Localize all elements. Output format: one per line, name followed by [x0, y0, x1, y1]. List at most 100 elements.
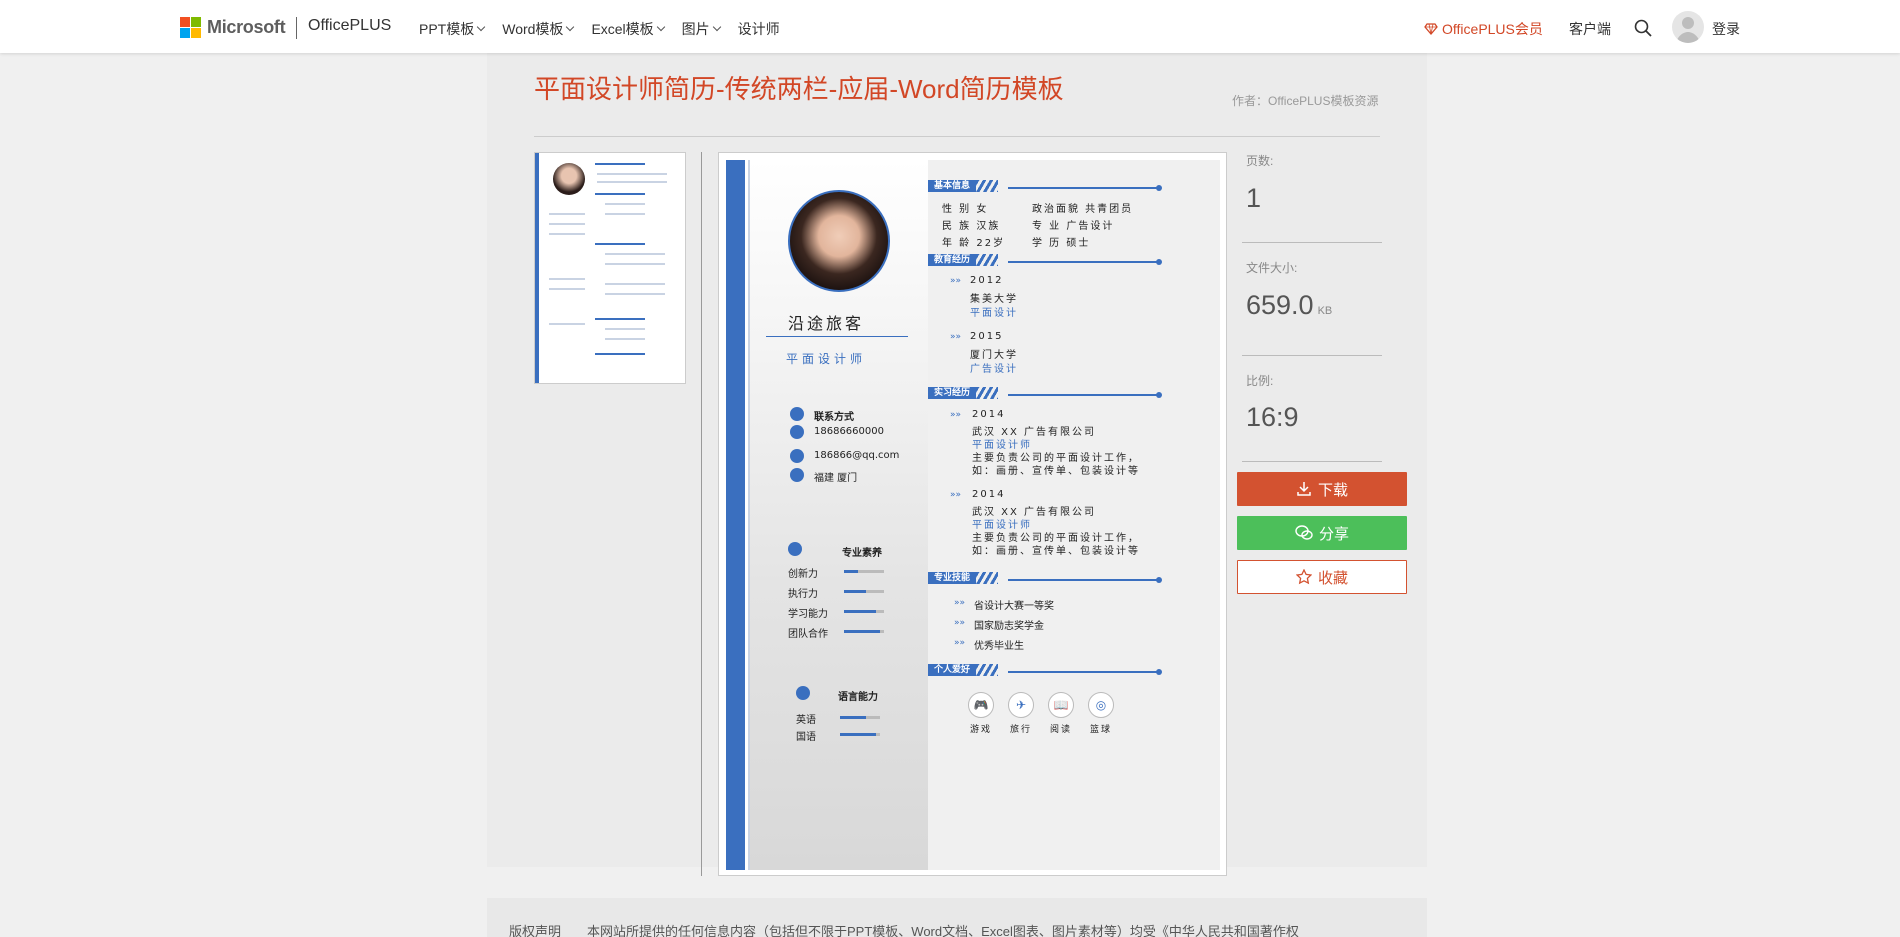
nav-excel-templates[interactable]: Excel模板 — [591, 19, 665, 39]
download-label: 下载 — [1317, 481, 1348, 499]
bullet-arrow-icon: »» — [954, 598, 966, 608]
site-name-link[interactable]: OfficePLUS — [308, 17, 391, 35]
chevron-down-icon — [656, 22, 665, 32]
basic-info-item: 政治面貌 共青团员 — [1032, 204, 1134, 215]
resume-photo — [788, 190, 890, 292]
language-bar-fill — [840, 733, 876, 736]
edu-school: 厦门大学 — [970, 350, 1018, 361]
section-header-basic: 基本信息 — [928, 180, 999, 192]
main-nav: PPT模板 Word模板 Excel模板 图片 设计师 — [419, 19, 798, 39]
page-title: 平面设计师简历-传统两栏-应届-Word简历模板 — [534, 74, 1064, 104]
section-slash — [976, 572, 999, 584]
microsoft-brand-text: Microsoft — [207, 17, 286, 37]
section-slash — [976, 664, 999, 676]
skill-label: 学习能力 — [788, 609, 828, 620]
nav-label: PPT模板 — [419, 21, 475, 37]
bullet-arrow-icon: »» — [950, 410, 962, 420]
thumbnail-line — [605, 213, 645, 215]
language-bar — [840, 733, 880, 736]
thumbnail-line — [549, 288, 585, 290]
pages-label: 页数: — [1246, 154, 1274, 168]
section-slash — [976, 254, 999, 266]
download-button[interactable]: 下载 — [1237, 472, 1407, 506]
award-item: 优秀毕业生 — [974, 641, 1024, 652]
top-navbar: Microsoft OfficePLUS PPT模板 Word模板 Excel模… — [0, 0, 1900, 53]
section-header-hobbies: 个人爱好 — [928, 664, 999, 676]
thumbnail-line — [605, 203, 645, 205]
section-slash — [976, 180, 999, 192]
section-header-education: 教育经历 — [928, 254, 999, 266]
login-link[interactable]: 登录 — [1712, 19, 1740, 39]
search-icon[interactable] — [1634, 19, 1652, 37]
author-credit[interactable]: 作者：OfficePLUS模板资源 — [1232, 92, 1378, 109]
bullet-arrow-icon: »» — [950, 490, 962, 500]
section-rule-end — [1156, 669, 1162, 675]
hobby-label: 篮球 — [1090, 725, 1113, 735]
thumbnail-line — [605, 338, 645, 340]
languages-heading: 语言能力 — [838, 692, 878, 703]
thumbnail-line — [605, 263, 665, 265]
microsoft-logo-icon — [180, 17, 201, 38]
nav-ppt-templates[interactable]: PPT模板 — [419, 19, 486, 39]
contact-heading: 联系方式 — [814, 412, 854, 423]
phone-icon — [790, 407, 804, 421]
diamond-icon — [1424, 23, 1438, 35]
copyright-text: 本网站所提供的任何信息内容（包括但不限于PPT模板、Word文档、Excel图表… — [587, 924, 1299, 937]
thumbnail-line — [605, 328, 645, 330]
section-rule-end — [1156, 185, 1162, 191]
share-button[interactable]: 分享 — [1237, 516, 1407, 550]
share-label: 分享 — [1318, 525, 1349, 543]
brand-divider — [296, 17, 297, 39]
favorite-button[interactable]: 收藏 — [1237, 560, 1407, 594]
contact-location: 福建 厦门 — [814, 473, 858, 484]
nav-designers[interactable]: 设计师 — [738, 19, 780, 39]
file-size-unit: KB — [1317, 305, 1333, 317]
intern-desc: 如：画册、宣传单、包装设计等 — [972, 466, 1140, 477]
file-size-label: 文件大小: — [1246, 261, 1298, 275]
thumbnail-line — [595, 353, 645, 355]
edu-year: 2012 — [970, 275, 1004, 286]
resume-name: 沿途旅客 — [787, 314, 864, 333]
nav-images[interactable]: 图片 — [681, 19, 721, 39]
skill-bar — [844, 570, 884, 573]
info-divider — [1242, 355, 1382, 356]
thumbnail-line — [597, 173, 667, 175]
skills-heading: 专业素养 — [842, 548, 882, 559]
file-size: 659.0 KB — [1246, 290, 1332, 321]
gamepad-icon: 🎮 — [968, 692, 994, 718]
copyright-label: 版权声明 — [509, 924, 562, 937]
thumbnail-line — [605, 293, 665, 295]
nav-word-templates[interactable]: Word模板 — [502, 19, 575, 39]
contact-email: 186866@qq.com — [814, 450, 900, 461]
wechat-icon — [1295, 525, 1313, 540]
resume-preview: 沿途旅客 平面设计师 联系方式 18686660000 186866@qq.co… — [718, 152, 1227, 876]
user-avatar-icon[interactable] — [1672, 11, 1704, 43]
preview-divider — [701, 152, 702, 876]
client-download-link[interactable]: 客户端 — [1569, 19, 1611, 39]
resume-name-divider — [766, 336, 908, 337]
bullet-arrow-icon: »» — [954, 638, 966, 648]
section-rule — [1008, 579, 1158, 581]
skill-label: 执行力 — [788, 589, 818, 600]
thumbnail-line — [595, 193, 645, 195]
page-thumbnail[interactable] — [534, 152, 686, 384]
skill-label: 团队合作 — [788, 629, 828, 640]
ratio-label: 比例: — [1246, 374, 1274, 388]
thumbnail-line — [549, 223, 585, 225]
skill-bar — [844, 630, 884, 633]
thumbnail-line — [605, 253, 665, 255]
thumbnail-line — [595, 318, 645, 320]
edu-major: 平面设计 — [970, 308, 1018, 319]
microsoft-logo[interactable]: Microsoft — [180, 17, 286, 38]
nav-label: 图片 — [681, 21, 710, 37]
section-rule-end — [1156, 392, 1162, 398]
nav-label: Word模板 — [502, 21, 564, 37]
section-slash — [976, 387, 999, 399]
basic-info-item: 专 业 广告设计 — [1032, 221, 1115, 232]
favorite-label: 收藏 — [1317, 569, 1348, 587]
title-divider — [534, 136, 1380, 137]
hobby-label: 阅读 — [1050, 725, 1073, 735]
bullet-arrow-icon: »» — [954, 618, 966, 628]
thumbnail-line — [549, 278, 585, 280]
vip-membership-link[interactable]: OfficePLUS会员 — [1424, 19, 1543, 39]
